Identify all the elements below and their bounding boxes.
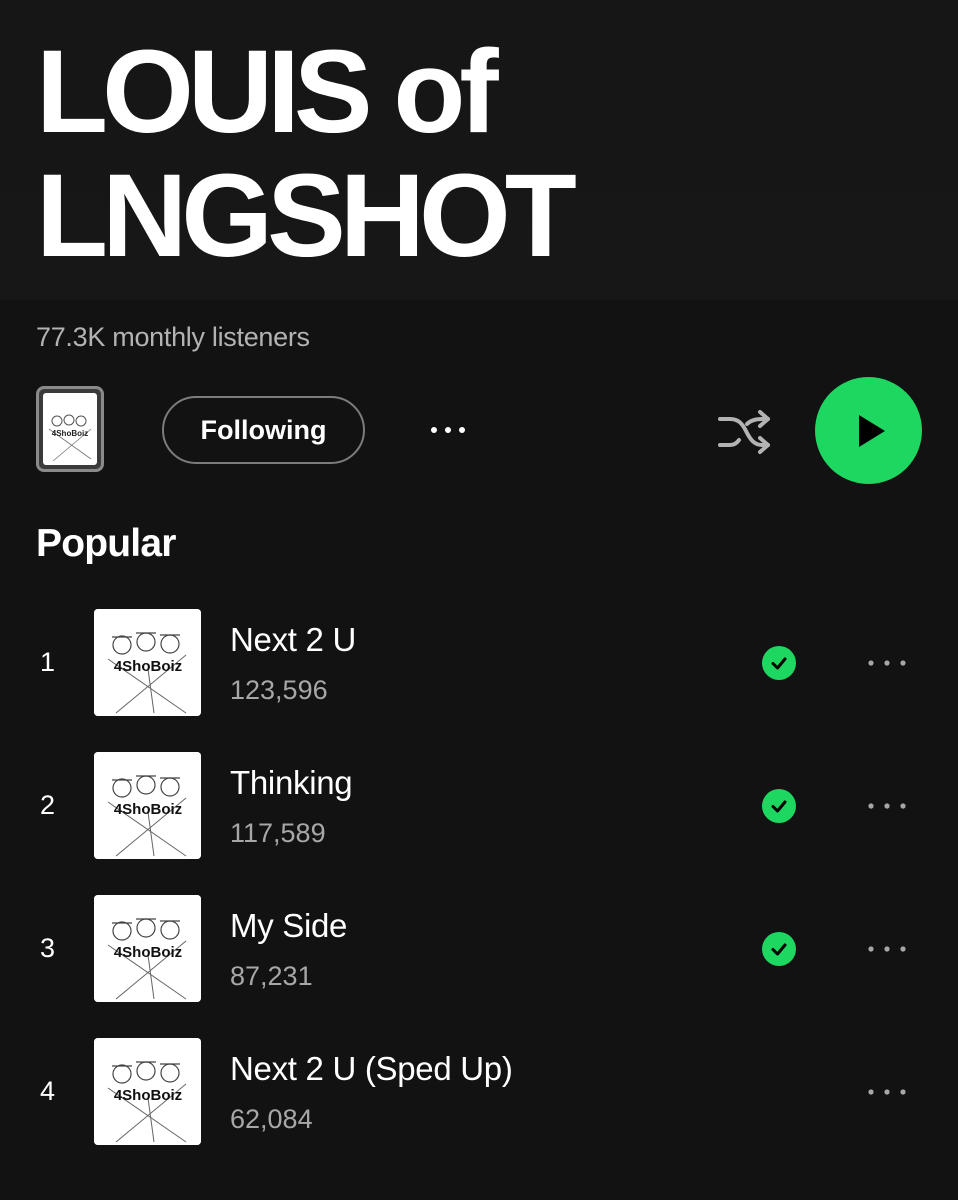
cover-art: 4ShoBoiz xyxy=(43,393,97,465)
monthly-listeners: 77.3K monthly listeners xyxy=(36,322,310,352)
check-icon xyxy=(771,800,787,813)
cover-art-text: 4ShoBoiz xyxy=(52,429,88,438)
track-rank: 3 xyxy=(40,933,56,963)
track-play-count: 117,589 xyxy=(230,818,326,848)
artist-header: LOUIS of LNGSHOT xyxy=(0,0,958,300)
track-art-sketch: 4ShoBoiz xyxy=(94,1038,201,1145)
more-horizontal-icon xyxy=(868,803,906,809)
track-art-text: 4ShoBoiz xyxy=(114,658,182,675)
track-more-button[interactable] xyxy=(860,788,914,824)
track-row[interactable]: 2 4ShoBoiz Thinking 117,589 xyxy=(0,752,958,860)
track-art-text: 4ShoBoiz xyxy=(114,944,182,961)
track-art-sketch: 4ShoBoiz xyxy=(94,895,201,1002)
saved-check-icon[interactable] xyxy=(762,789,796,823)
track-art-sketch: 4ShoBoiz xyxy=(94,752,201,859)
more-horizontal-icon xyxy=(868,1089,906,1095)
track-art: 4ShoBoiz xyxy=(94,609,201,716)
track-more-button[interactable] xyxy=(860,931,914,967)
artist-pick-cover[interactable]: 4ShoBoiz xyxy=(36,386,104,472)
track-title[interactable]: Thinking xyxy=(230,764,353,802)
track-row[interactable]: 3 4ShoBoiz My Side 87,231 xyxy=(0,895,958,1003)
cover-art-sketch: 4ShoBoiz xyxy=(48,414,92,462)
track-row[interactable]: 4 4ShoBoiz Next 2 U (Sped Up) 62,084 xyxy=(0,1038,958,1146)
track-rank: 2 xyxy=(40,790,56,820)
track-art-text: 4ShoBoiz xyxy=(114,1087,182,1104)
track-title[interactable]: Next 2 U (Sped Up) xyxy=(230,1050,513,1088)
check-icon xyxy=(771,943,787,956)
check-icon xyxy=(771,657,787,670)
shuffle-icon xyxy=(718,410,770,454)
following-button[interactable]: Following xyxy=(162,396,365,464)
more-horizontal-icon xyxy=(868,660,906,666)
track-art-sketch: 4ShoBoiz xyxy=(94,609,201,716)
artist-name: LOUIS of LNGSHOT xyxy=(36,26,577,282)
track-art-text: 4ShoBoiz xyxy=(114,801,182,818)
popular-heading: Popular xyxy=(36,522,176,565)
track-play-count: 87,231 xyxy=(230,961,313,991)
track-more-button[interactable] xyxy=(860,1074,914,1110)
track-art: 4ShoBoiz xyxy=(94,752,201,859)
track-more-button[interactable] xyxy=(860,645,914,681)
more-horizontal-icon xyxy=(431,427,465,433)
track-row[interactable]: 1 4ShoBoiz Next 2 U 123,596 xyxy=(0,609,958,717)
play-icon xyxy=(858,414,885,447)
track-rank: 4 xyxy=(40,1076,56,1106)
track-rank: 1 xyxy=(40,647,56,677)
track-play-count: 62,084 xyxy=(230,1104,313,1134)
track-title[interactable]: My Side xyxy=(230,907,347,945)
saved-check-icon[interactable] xyxy=(762,646,796,680)
track-title[interactable]: Next 2 U xyxy=(230,621,356,659)
play-button[interactable] xyxy=(815,377,922,484)
artist-more-button[interactable] xyxy=(420,410,476,450)
saved-check-icon[interactable] xyxy=(762,932,796,966)
shuffle-button[interactable] xyxy=(712,404,776,460)
track-play-count: 123,596 xyxy=(230,675,328,705)
track-art: 4ShoBoiz xyxy=(94,1038,201,1145)
more-horizontal-icon xyxy=(868,946,906,952)
track-art: 4ShoBoiz xyxy=(94,895,201,1002)
